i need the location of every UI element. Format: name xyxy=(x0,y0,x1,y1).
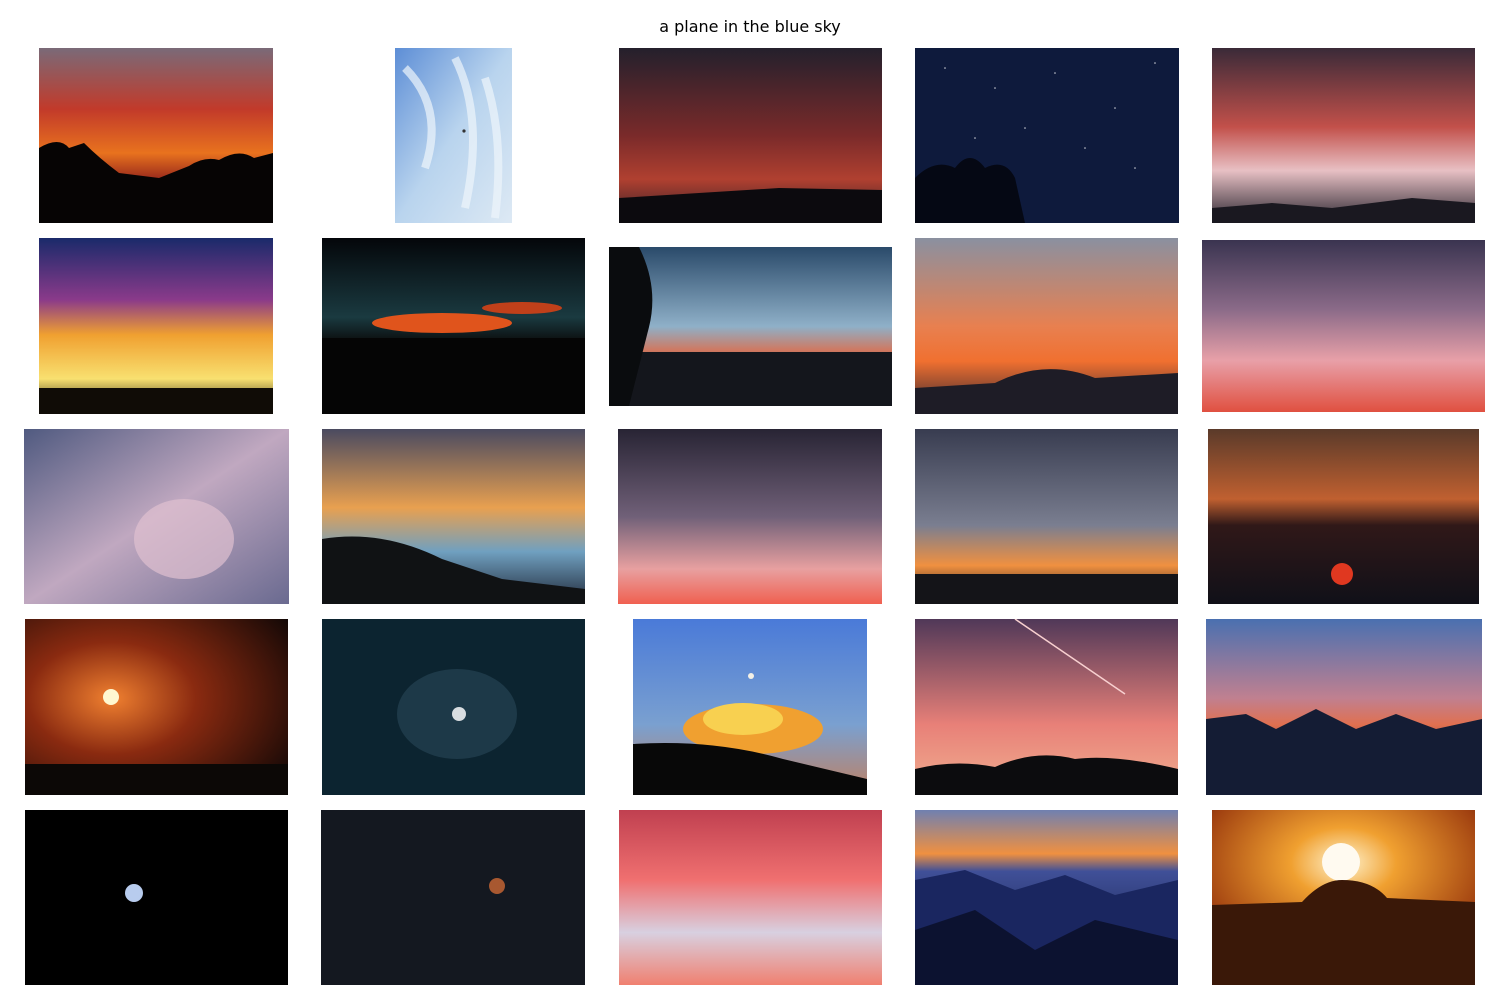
image-dark-red-clouds[interactable] xyxy=(619,48,882,223)
image-red-sun-on-horizon[interactable] xyxy=(1208,429,1479,604)
image-sun-over-mountain-orange[interactable] xyxy=(1212,810,1475,985)
image-red-moon-dark-sky[interactable] xyxy=(321,810,585,985)
image-blue-purple-yellow-sunset[interactable] xyxy=(39,238,273,414)
image-moon-over-glowing-cloud[interactable] xyxy=(633,619,867,795)
image-pink-dusk-clouds[interactable] xyxy=(618,429,882,604)
image-orange-sun-layered-clouds[interactable] xyxy=(25,619,288,795)
image-starry-night-tree[interactable] xyxy=(915,48,1179,223)
image-orange-mackerel-sky[interactable] xyxy=(915,238,1178,414)
image-blue-mountain-ridges[interactable] xyxy=(915,810,1178,985)
image-golden-streaked-clouds-hill[interactable] xyxy=(322,429,585,604)
image-blue-sky-cirrus-plane[interactable] xyxy=(395,48,512,223)
image-dark-orange-cloud-horizon[interactable] xyxy=(322,238,585,414)
image-pink-clouds-mountains[interactable] xyxy=(1212,48,1475,223)
image-blue-dusk-city-lights[interactable] xyxy=(609,247,892,406)
image-red-clouds-blue-gaps[interactable] xyxy=(619,810,882,985)
image-gray-clouds-orange-horizon[interactable] xyxy=(915,429,1178,604)
image-full-moon-black-sky[interactable] xyxy=(25,810,288,985)
image-pink-layered-clouds[interactable] xyxy=(1202,240,1485,412)
image-purple-storm-clouds[interactable] xyxy=(24,429,289,604)
image-grid xyxy=(0,0,1500,1000)
image-contrail-pink-sky[interactable] xyxy=(915,619,1178,795)
image-sunset-red-clouds-trees[interactable] xyxy=(39,48,273,223)
image-moon-behind-clouds-teal[interactable] xyxy=(322,619,585,795)
image-blue-mountains-dusk[interactable] xyxy=(1206,619,1482,795)
